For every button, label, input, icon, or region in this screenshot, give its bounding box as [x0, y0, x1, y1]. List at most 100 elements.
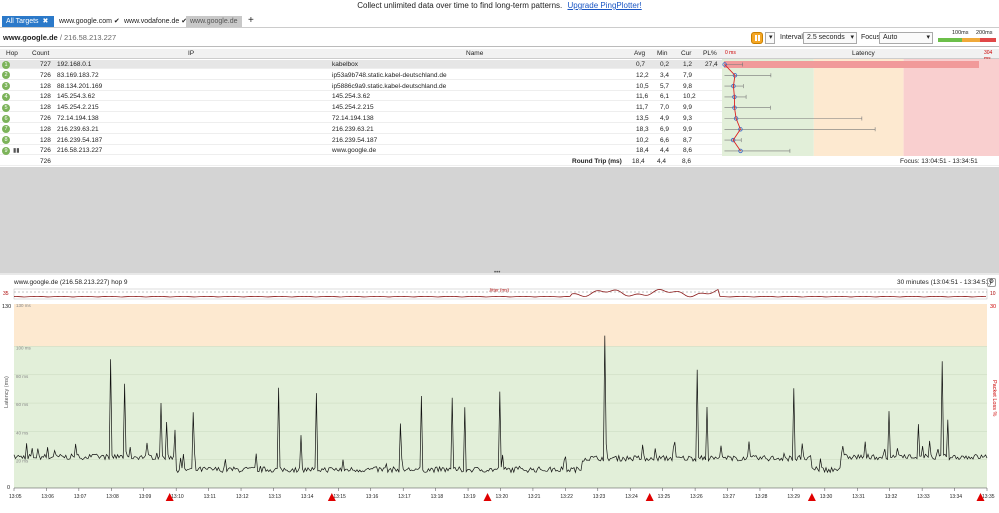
x-tick-label: 13:16	[366, 494, 379, 500]
hop-ip: 216.239.54.187	[57, 136, 103, 144]
hop-number-badge: 8	[2, 136, 10, 145]
x-tick-label: 13:07	[74, 494, 87, 500]
hop-number-badge: 2	[2, 71, 10, 80]
hop-avg: 13,5	[636, 115, 649, 122]
tab-google-de[interactable]: www.google.de	[186, 16, 242, 27]
check-icon: ✔	[113, 18, 120, 25]
hop-row[interactable]: 7 128 216.239.63.21 216.239.63.21 18,3 6,9 9,9	[0, 125, 722, 134]
hop-min: 6,6	[660, 136, 670, 144]
x-tick-label: 13:11	[204, 494, 216, 500]
x-tick-label: 13:06	[41, 494, 54, 500]
close-icon[interactable]: ✖	[43, 18, 49, 25]
hop-count: 128	[40, 93, 51, 101]
hop-min: 4,4	[660, 147, 670, 155]
pause-menu-chevron[interactable]: ▾	[765, 32, 775, 44]
hop-packet-loss: 27,4	[705, 61, 718, 68]
latency-scale-legend: 100ms 200ms	[938, 30, 996, 44]
scale-100-label: 100ms	[952, 30, 969, 36]
hop-row[interactable]: 2 726 83.169.183.72 ip53a9b748.static.kabel…	[0, 71, 722, 80]
focus-value: Auto	[883, 34, 898, 41]
add-tab-button[interactable]: +	[244, 16, 258, 27]
col-count[interactable]: Count	[32, 50, 49, 57]
hop-min: 4,9	[660, 115, 670, 122]
hop-row[interactable]: 6 726 72.14.194.138 72.14.194.138 13,5 4,9 9,3	[0, 114, 722, 123]
tab-all-targets[interactable]: All Targets ✖	[2, 16, 54, 27]
col-latency[interactable]: Latency	[852, 50, 875, 57]
hop-name: ip5886c9a9.static.kabel-deutschland.de	[332, 82, 447, 90]
hop-row[interactable]: 1 727 192.168.0.1 kabelbox 0,7 0,2 1,2 27,4	[0, 60, 722, 69]
scale-200-label: 200ms	[976, 30, 993, 36]
hop-name: 216.239.63.21	[332, 125, 374, 133]
hop-ip: 145.254.2.215	[57, 104, 99, 112]
empty-table-area	[0, 167, 999, 273]
jitter-label: Jitter (ms)	[489, 288, 509, 293]
hop-cur: 9,8	[683, 82, 693, 90]
hop-count: 128	[40, 82, 51, 90]
hop-number-badge: 6	[2, 114, 10, 123]
hop-row[interactable]: 9 726 216.58.213.227 www.google.de 18,4 4,4 8,…	[0, 146, 722, 156]
hop-ip: 216.239.63.21	[57, 125, 99, 133]
hop-avg: 10,5	[636, 82, 649, 90]
hop-ip: 192.168.0.1	[57, 61, 92, 68]
hop-avg: 18,3	[636, 125, 649, 133]
focus-label: Focus	[861, 34, 881, 41]
hop-avg: 10,2	[636, 136, 649, 144]
col-hop[interactable]: Hop	[6, 50, 18, 57]
hop-avg: 11,6	[636, 93, 649, 101]
hop-row[interactable]: 5 128 145.254.2.215 145.254.2.215 11,7 7,0 9,9	[0, 103, 722, 113]
col-pl[interactable]: PL%	[703, 50, 717, 57]
jitter-axis-label: 35	[3, 291, 9, 297]
hop-row[interactable]: 4 128 145.254.3.62 145.254.3.62 11,6 6,1 10,2	[0, 92, 722, 102]
hop-count: 128	[40, 136, 51, 144]
hop-number-badge: 5	[2, 103, 10, 112]
x-tick-label: 13:33	[917, 494, 930, 500]
summary-label: Round Trip (ms)	[572, 158, 622, 165]
col-name[interactable]: Name	[466, 50, 483, 57]
hop-count: 726	[40, 71, 51, 79]
packet-loss-bar	[724, 61, 979, 68]
interval-label: Interval	[780, 34, 803, 41]
y-tick-label: 60 ms	[16, 402, 29, 407]
pause-button[interactable]	[751, 32, 763, 44]
hop-avg: 0,7	[636, 61, 646, 68]
x-tick-label: 13:32	[885, 494, 898, 500]
y-tick-label: 40 ms	[16, 430, 29, 435]
hop-row[interactable]: 8 128 216.239.54.187 216.239.54.187 10,2 6,6 8…	[0, 136, 722, 145]
toolbar: www.google.de / 216.58.213.227 ▾ Interva…	[0, 29, 999, 47]
loss-axis-title: Packet Loss %	[991, 380, 997, 416]
interval-select[interactable]: 2.5 seconds ▾	[803, 32, 857, 44]
graph-settings-button[interactable]: ⚙	[987, 278, 996, 287]
tab-google-com[interactable]: www.google.com ✔	[55, 16, 120, 27]
hop-min: 6,9	[660, 125, 670, 133]
col-ip[interactable]: IP	[188, 50, 194, 57]
summary-count: 726	[40, 158, 51, 165]
tab-label: www.vodafone.de	[124, 18, 180, 25]
upgrade-link[interactable]: Upgrade PingPlotter!	[567, 1, 641, 10]
hop-table-header: Hop Count IP Name Avg Min Cur PL% 0 ms L…	[0, 49, 999, 62]
summary-cur: 8,6	[682, 158, 692, 165]
hop-number-badge: 7	[2, 125, 10, 134]
x-tick-label: 13:30	[820, 494, 833, 500]
tab-vodafone-de[interactable]: www.vodafone.de ✔	[120, 16, 187, 27]
hop-min: 0,2	[660, 61, 670, 68]
chevron-down-icon: ▾	[850, 34, 854, 41]
x-tick-label: 13:19	[463, 494, 476, 500]
hop-ip: 83.169.183.72	[57, 71, 99, 79]
latency-time-graph: Jitter (ms) 35 10 130 ms 100 ms 80 ms 60 ms 40 …	[2, 288, 997, 501]
hop-min: 3,4	[660, 71, 670, 79]
packet-loss-marker	[645, 493, 654, 501]
col-avg[interactable]: Avg	[634, 50, 645, 57]
col-cur[interactable]: Cur	[681, 50, 691, 57]
x-tick-label: 13:09	[139, 494, 152, 500]
focus-select[interactable]: Auto ▾	[879, 32, 933, 44]
y-tick-label: 100 ms	[16, 345, 32, 350]
hop-row[interactable]: 3 128 88.134.201.169 ip5886c9a9.static.kabe…	[0, 82, 722, 91]
hop-name: 216.239.54.187	[332, 136, 378, 144]
col-min[interactable]: Min	[657, 50, 667, 57]
chart-icon[interactable]: ▮▮	[13, 147, 20, 154]
focus-range: Focus: 13:04:51 - 13:34:51	[900, 158, 978, 165]
x-tick-label: 13:31	[852, 494, 865, 500]
x-tick-label: 13:08	[106, 494, 119, 500]
pause-icon	[755, 35, 757, 41]
upgrade-banner: Collect unlimited data over time to find…	[0, 0, 999, 14]
